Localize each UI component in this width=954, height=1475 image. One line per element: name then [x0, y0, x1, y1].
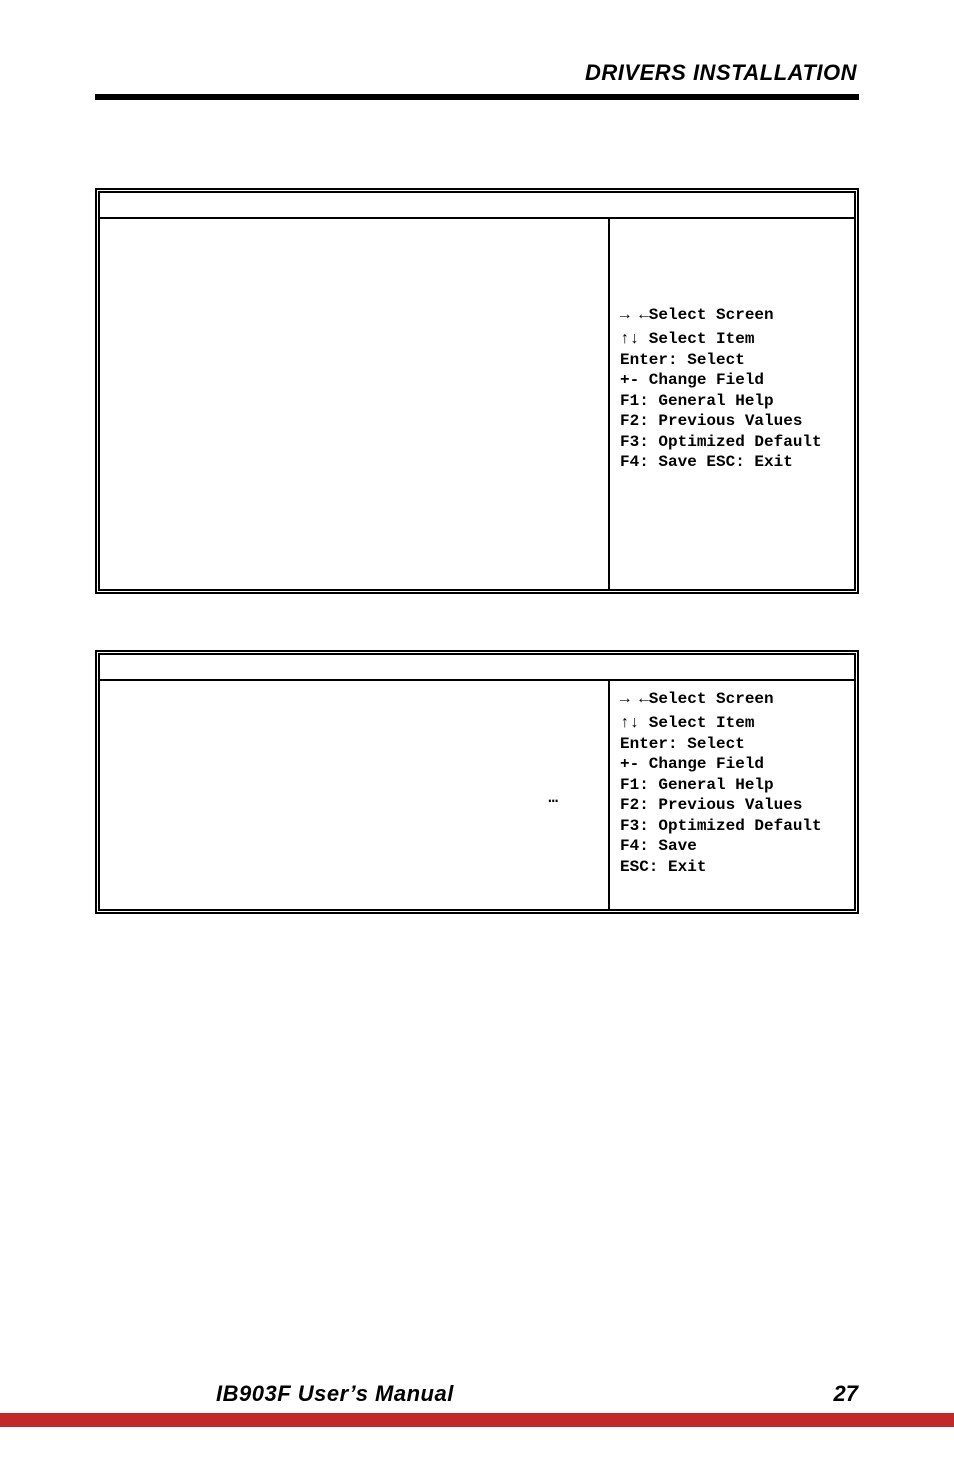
header-rule: [95, 94, 859, 100]
bios-box-2-header: [100, 655, 854, 681]
help-change-field: +- Change Field: [620, 754, 846, 774]
help-select-screen: → ←Select Screen: [620, 689, 846, 709]
help-f1: F1: General Help: [620, 391, 846, 411]
help-f2: F2: Previous Values: [620, 795, 846, 815]
help-change-field: +- Change Field: [620, 370, 846, 390]
footer: IB903F User’s Manual 27: [0, 1381, 954, 1427]
bios-box-2: … → ←Select Screen ↑↓ Select Item Enter:…: [95, 650, 859, 914]
bios-box-1-left-pane: [100, 219, 608, 589]
help-select-item: ↑↓ Select Item: [620, 713, 846, 733]
bios-box-1-help-pane: → ←Select Screen ↑↓ Select Item Enter: S…: [608, 219, 854, 589]
help-f2: F2: Previous Values: [620, 411, 846, 431]
help-enter: Enter: Select: [620, 350, 846, 370]
bios-box-2-help-pane: → ←Select Screen ↑↓ Select Item Enter: S…: [608, 681, 854, 909]
help-f4-esc: F4: Save ESC: Exit: [620, 452, 846, 472]
bios-box-2-body: … → ←Select Screen ↑↓ Select Item Enter:…: [100, 681, 854, 909]
help-f1: F1: General Help: [620, 775, 846, 795]
page: DRIVERS INSTALLATION → ←Select Screen ↑↓…: [0, 0, 954, 1475]
help-select-screen: → ←Select Screen: [620, 305, 846, 325]
help-f4: F4: Save: [620, 836, 846, 856]
help-select-item: ↑↓ Select Item: [620, 329, 846, 349]
footer-red-bar: [0, 1413, 954, 1427]
footer-text-row: IB903F User’s Manual 27: [0, 1381, 954, 1407]
bios-box-2-left-pane: …: [100, 681, 608, 909]
bios-box-1: → ←Select Screen ↑↓ Select Item Enter: S…: [95, 188, 859, 594]
help-enter: Enter: Select: [620, 734, 846, 754]
ellipsis: …: [548, 789, 560, 807]
help-f3: F3: Optimized Default: [620, 432, 846, 452]
manual-title: IB903F User’s Manual: [216, 1381, 454, 1407]
help-esc: ESC: Exit: [620, 857, 846, 877]
header: DRIVERS INSTALLATION: [95, 60, 859, 128]
help-f3: F3: Optimized Default: [620, 816, 846, 836]
bios-box-1-header: [100, 193, 854, 219]
header-title: DRIVERS INSTALLATION: [95, 60, 859, 86]
bios-box-1-body: → ←Select Screen ↑↓ Select Item Enter: S…: [100, 219, 854, 589]
page-number: 27: [834, 1381, 858, 1407]
